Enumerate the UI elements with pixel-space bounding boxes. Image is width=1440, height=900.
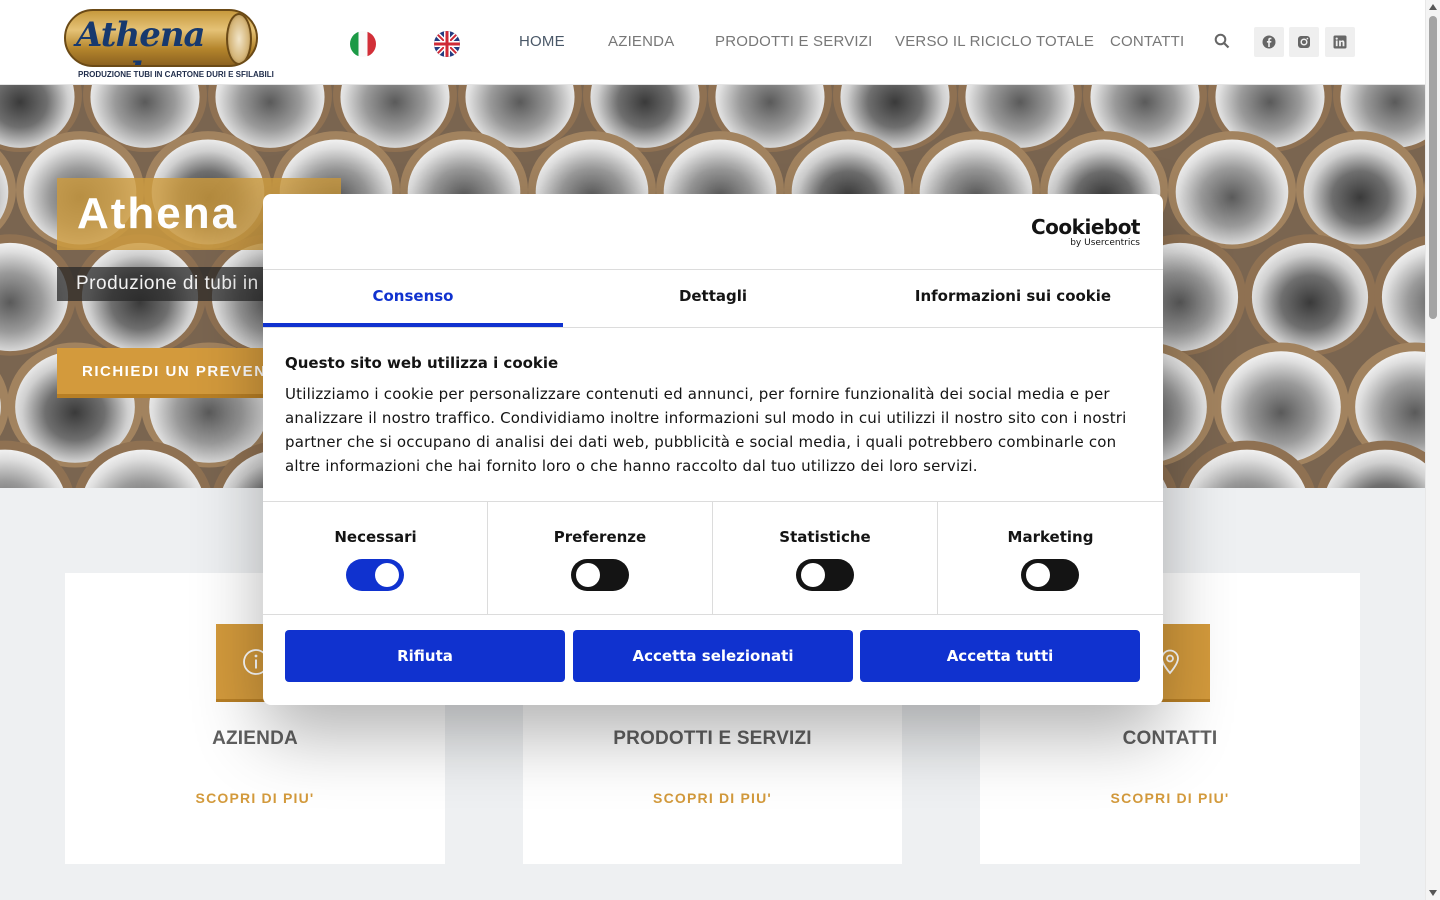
preferenze-switch[interactable] (571, 559, 629, 591)
reject-button[interactable]: Rifiuta (285, 630, 565, 682)
switch-knob (801, 563, 825, 587)
uk-flag-icon[interactable] (434, 31, 460, 57)
toggle-preferenze: Preferenze (487, 502, 712, 614)
nav-contatti[interactable]: CONTATTI (1110, 33, 1184, 50)
athena-logo[interactable]: Athena s.r.l. PRODUZIONE TUBI IN CARTONE… (64, 9, 274, 81)
nav-verso-il-riciclo-totale[interactable]: VERSO IL RICICLO TOTALE (895, 33, 1094, 50)
cookie-consent-dialog: Cookiebot by Usercentrics Consenso Detta… (263, 194, 1163, 705)
cookiebot-brand: Cookiebot (1031, 215, 1141, 239)
dialog-description: Utilizziamo i cookie per personalizzare … (285, 385, 1127, 475)
switch-knob (1026, 563, 1050, 587)
toggle-label: Preferenze (553, 528, 647, 546)
dialog-divider (263, 327, 1163, 328)
toggle-statistiche: Statistiche (712, 502, 937, 614)
toggle-necessari: Necessari (263, 502, 488, 614)
linkedin-icon[interactable] (1325, 27, 1355, 57)
logo-tagline: PRODUZIONE TUBI IN CARTONE DURI E SFILAB… (78, 70, 274, 79)
scrollbar-thumb[interactable] (1429, 16, 1437, 319)
tab-informazioni-sui-cookie[interactable]: Informazioni sui cookie (863, 270, 1163, 327)
nav-home[interactable]: HOME (519, 33, 565, 50)
accept-all-button[interactable]: Accetta tutti (860, 630, 1140, 682)
toggle-label: Statistiche (779, 528, 871, 546)
cookiebot-by-line: by Usercentrics (1070, 238, 1140, 248)
card-discover-more-link[interactable]: SCOPRI DI PIU' (523, 790, 902, 806)
hero-title: Athena (77, 189, 239, 238)
nav-azienda[interactable]: AZIENDA (608, 33, 674, 50)
toggle-label: Marketing (1007, 528, 1094, 546)
cookiebot-logo: Cookiebot by Usercentrics (1031, 215, 1141, 249)
search-icon[interactable] (1214, 33, 1232, 51)
scroll-down-arrow-icon[interactable] (1429, 890, 1437, 896)
dialog-divider (263, 614, 1163, 615)
toggle-marketing: Marketing (937, 502, 1163, 614)
site-header: Athena s.r.l. PRODUZIONE TUBI IN CARTONE… (0, 0, 1425, 85)
tab-dettagli[interactable]: Dettagli (563, 270, 863, 327)
card-discover-more-link[interactable]: SCOPRI DI PIU' (980, 790, 1360, 806)
card-title: PRODOTTI E SERVIZI (613, 728, 812, 749)
statistiche-switch[interactable] (796, 559, 854, 591)
toggle-label: Necessari (334, 528, 417, 546)
card-title: AZIENDA (212, 728, 298, 749)
card-title: CONTATTI (1122, 728, 1218, 749)
accept-selected-button[interactable]: Accetta selezionati (573, 630, 853, 682)
italian-flag-icon[interactable] (350, 31, 376, 57)
request-quote-label: RICHIEDI UN PREVENT (82, 363, 278, 380)
page-scrollbar[interactable] (1425, 0, 1440, 900)
switch-knob (375, 563, 399, 587)
marketing-switch[interactable] (1021, 559, 1079, 591)
logo-tube-graphic (226, 13, 252, 65)
dialog-heading: Questo sito web utilizza i cookie (285, 354, 559, 372)
tab-consenso[interactable]: Consenso (263, 270, 563, 327)
card-discover-more-link[interactable]: SCOPRI DI PIU' (65, 790, 445, 806)
logo-badge: Athena s.r.l. (64, 9, 258, 67)
instagram-icon[interactable] (1289, 27, 1319, 57)
request-quote-button[interactable]: RICHIEDI UN PREVENT (57, 348, 287, 398)
nav-prodotti-e-servizi[interactable]: PRODOTTI E SERVIZI (715, 33, 873, 50)
hero-subtitle: Produzione di tubi in (76, 273, 259, 294)
necessari-switch[interactable] (346, 559, 404, 591)
facebook-icon[interactable] (1254, 27, 1284, 57)
switch-knob (576, 563, 600, 587)
scroll-up-arrow-icon[interactable] (1429, 4, 1437, 10)
